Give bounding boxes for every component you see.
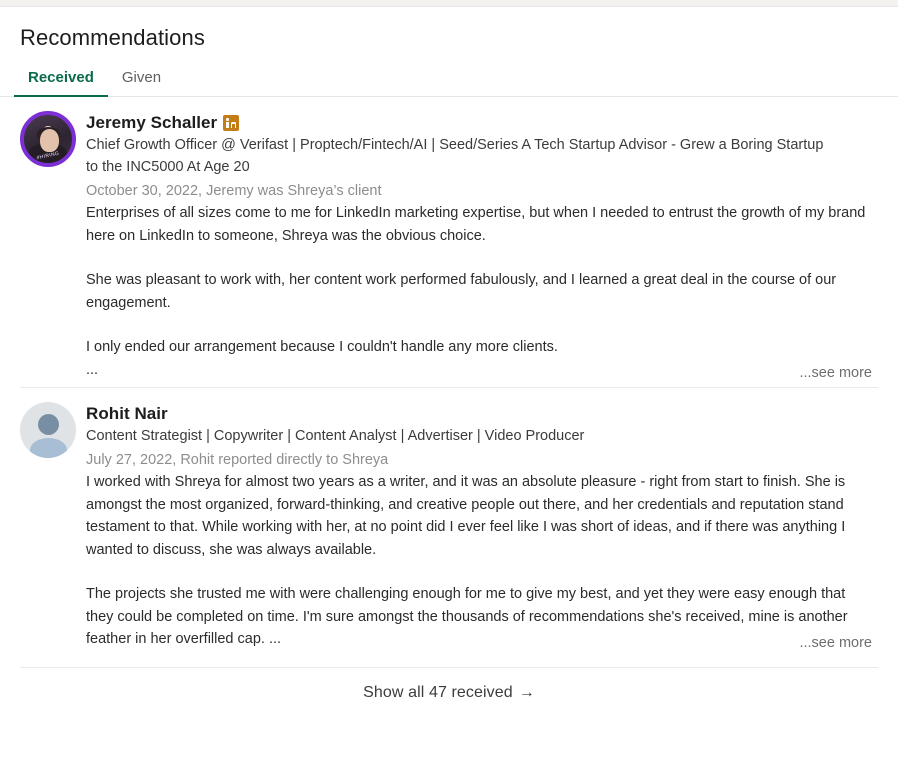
recommender-headline: Content Strategist | Copywriter | Conten… (86, 427, 585, 444)
avatar-placeholder-body-icon (29, 437, 67, 458)
tab-bar: Received Given (0, 63, 898, 97)
show-all-label: Show all 47 received (363, 683, 513, 701)
avatar[interactable] (20, 401, 76, 458)
see-more-link[interactable]: ...see more (793, 364, 872, 381)
linkedin-premium-badge-icon (223, 115, 240, 131)
avatar-face-shape (40, 129, 59, 153)
recommendation-body: Enterprises of all sizes come to me for … (86, 202, 872, 381)
recommendation-date-relation: October 30, 2022, Jeremy was Shreya’s cl… (86, 183, 382, 199)
recommendation-header: Rohit Nair Content Strategist | Copywrit… (20, 401, 874, 472)
recommender-details: Rohit Nair Content Strategist | Copywrit… (86, 402, 874, 472)
recommendation-paragraph: Enterprises of all sizes come to me for … (86, 205, 866, 244)
recommendation-paragraph: I worked with Shreya for almost two year… (86, 474, 846, 558)
see-more-link[interactable]: ...see more (793, 634, 872, 651)
name-row: Jeremy Schaller (86, 112, 874, 134)
recommendation-paragraph: I only ended our arrangement because I c… (86, 339, 558, 355)
recommendations-page: Recommendations Received Given #HIRING J… (0, 0, 898, 762)
recommendation-item: #HIRING Jeremy Schaller Chief Growth Off… (0, 97, 898, 387)
avatar[interactable]: #HIRING (20, 111, 76, 167)
page-title: Recommendations (20, 25, 205, 50)
recommender-details: Jeremy Schaller Chief Growth Officer @ V… (86, 111, 874, 202)
show-all-received-button[interactable]: Show all 47 received → (363, 684, 535, 702)
recommendation-paragraph: She was pleasant to work with, her conte… (86, 272, 837, 311)
footer: Show all 47 received → (20, 666, 878, 718)
recommender-name[interactable]: Rohit Nair (86, 403, 168, 425)
recommendation-body: I worked with Shreya for almost two year… (86, 471, 872, 651)
recommendation-item: Rohit Nair Content Strategist | Copywrit… (20, 386, 878, 657)
recommender-name[interactable]: Jeremy Schaller (86, 112, 217, 134)
tab-received[interactable]: Received (14, 63, 108, 97)
arrow-right-icon: → (518, 683, 535, 701)
name-row: Rohit Nair (86, 403, 874, 425)
recommender-headline: Chief Growth Officer @ Verifast | Propte… (86, 137, 824, 175)
recommendation-date-relation: July 27, 2022, Rohit reported directly t… (86, 452, 389, 468)
tab-given[interactable]: Given (108, 63, 175, 96)
recommendation-tail: ... ...see more (86, 359, 872, 381)
truncation-ellipsis: ... (86, 361, 99, 378)
top-strip (0, 0, 898, 7)
avatar-placeholder-head-icon (37, 413, 59, 435)
recommendation-header: #HIRING Jeremy Schaller Chief Growth Off… (20, 111, 874, 202)
recommendation-paragraph: The projects she trusted me with were ch… (86, 586, 848, 647)
